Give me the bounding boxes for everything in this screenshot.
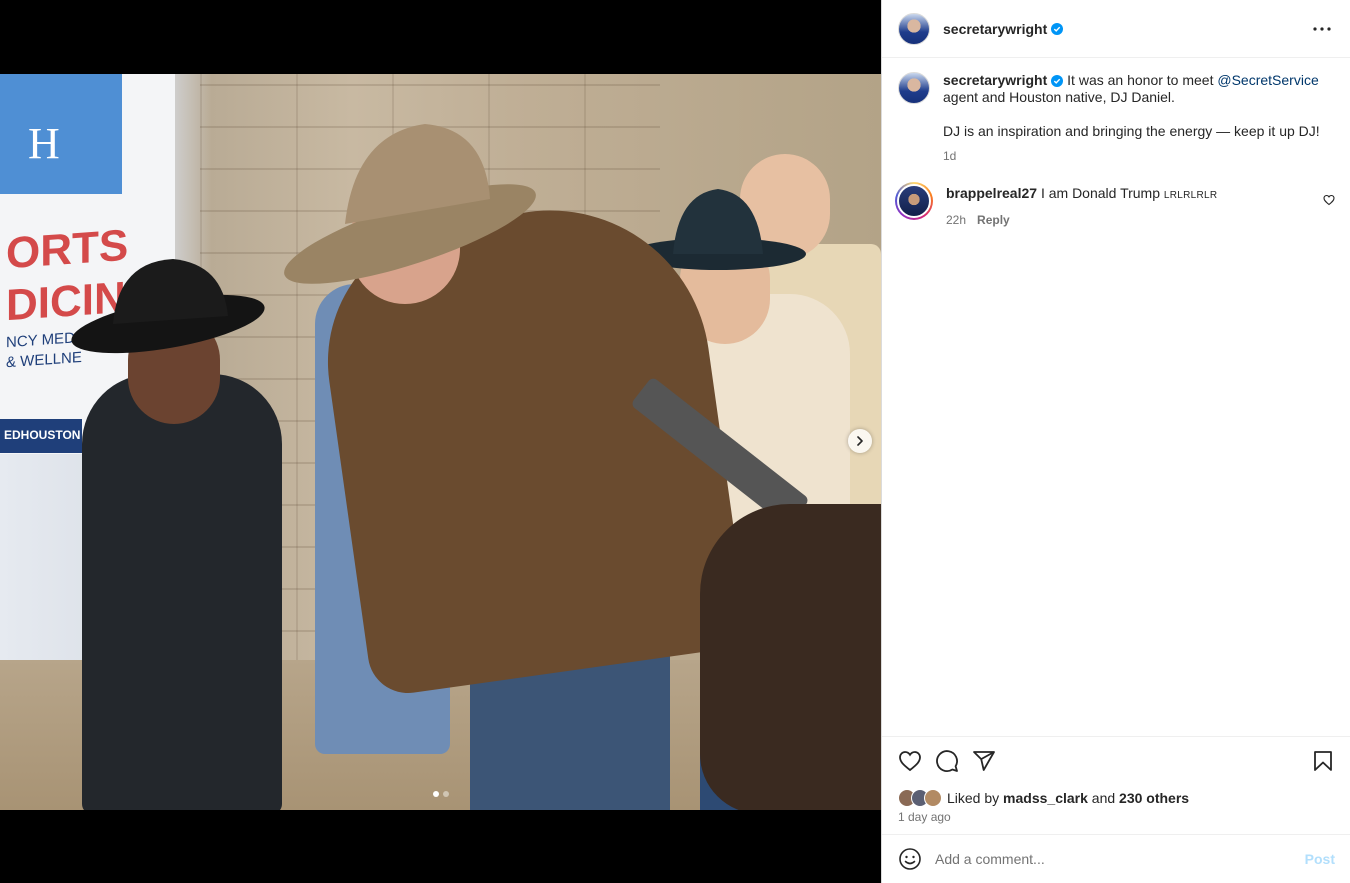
more-options-button[interactable] [1310,17,1334,41]
kid-cowboy-hat [71,259,265,354]
bookmark-icon [1314,751,1332,771]
post-header: secretarywright [882,0,1350,58]
caption-paragraph-2: DJ is an inspiration and bringing the en… [943,123,1320,139]
caption-time[interactable]: 1d [943,148,1323,165]
verified-badge-icon [1051,22,1064,35]
commenter-avatar[interactable] [895,182,933,220]
likes-prefix: Liked by [947,790,1000,806]
like-button[interactable] [898,749,922,773]
comment-item: brappelreal27 I am Donald Trump LRLRLRLR… [895,182,1335,229]
comment-text-suffix: LRLRLRLR [1163,190,1218,201]
post-media-viewer: H ORTS DICIN NCY MEDI & WELLNE EDHOUSTON [0,0,881,883]
post-comment-button[interactable]: Post [1305,851,1335,867]
chevron-right-icon [857,436,863,446]
author-username[interactable]: secretarywright [943,21,1047,37]
banner-logo-area: H [0,74,122,194]
banner-letter: H [28,119,60,168]
person-kid-uniform [82,374,282,810]
banner-tag: EDHOUSTON [0,419,82,453]
author-avatar[interactable] [898,12,930,45]
post-side-panel: secretarywright secretarywright It was a… [881,0,1350,883]
comment-time[interactable]: 22h [946,212,966,229]
commenter-avatar-image [897,184,931,218]
liker-username[interactable]: madss_clark [1003,790,1088,806]
liker-avatar [924,789,942,807]
comment-text: I am Donald Trump [1040,185,1164,201]
mention-link[interactable]: @SecretService [1217,72,1318,88]
likes-others-link[interactable]: 230 others [1119,790,1189,806]
liker-avatars [898,789,942,807]
likes-summary: Liked by madss_clark and 230 others [898,789,1335,807]
post-caption: secretarywright It was an honor to meet … [898,72,1335,165]
add-comment-bar: Post [882,834,1350,883]
reply-button[interactable]: Reply [977,212,1010,229]
comment-meta: 22h Reply [946,212,1306,229]
comment-icon [936,750,958,772]
verified-badge-icon [1051,75,1064,87]
more-horizontal-icon [1313,26,1331,31]
share-icon [973,751,995,771]
next-slide-button[interactable] [848,429,872,453]
comment-body: brappelreal27 I am Donald Trump LRLRLRLR… [946,185,1306,229]
caption-body: secretarywright It was an honor to meet … [943,72,1323,165]
post-actions: Liked by madss_clark and 230 others 1 da… [882,736,1350,824]
caption-paragraph-1: secretarywright It was an honor to meet … [943,72,1323,106]
likes-joiner: and [1091,790,1116,806]
comments-section: secretarywright It was an honor to meet … [882,58,1350,736]
action-icons-row [898,747,1335,775]
heart-icon [899,751,921,772]
carousel-indicator [433,791,449,797]
post-timestamp[interactable]: 1 day ago [898,810,1335,824]
person-hand [700,504,881,810]
comment-input[interactable] [935,851,1305,867]
man-cowboy-hat [284,124,536,284]
save-button[interactable] [1311,749,1335,773]
emoji-icon[interactable] [898,847,922,871]
caption-author-avatar[interactable] [898,72,930,104]
caption-username[interactable]: secretarywright [943,72,1047,88]
carousel-dot-2 [443,791,449,797]
post-photo[interactable]: H ORTS DICIN NCY MEDI & WELLNE EDHOUSTON [0,74,881,810]
caption-text-after: agent and Houston native, DJ Daniel. [943,89,1175,105]
caption-text-before: It was an honor to meet [1067,72,1218,88]
comment-text-line: brappelreal27 I am Donald Trump LRLRLRLR [946,185,1306,204]
carousel-dot-1 [433,791,439,797]
comment-button[interactable] [935,749,959,773]
share-button[interactable] [972,749,996,773]
comment-heart-icon[interactable] [1323,194,1335,206]
commenter-username[interactable]: brappelreal27 [946,185,1037,201]
